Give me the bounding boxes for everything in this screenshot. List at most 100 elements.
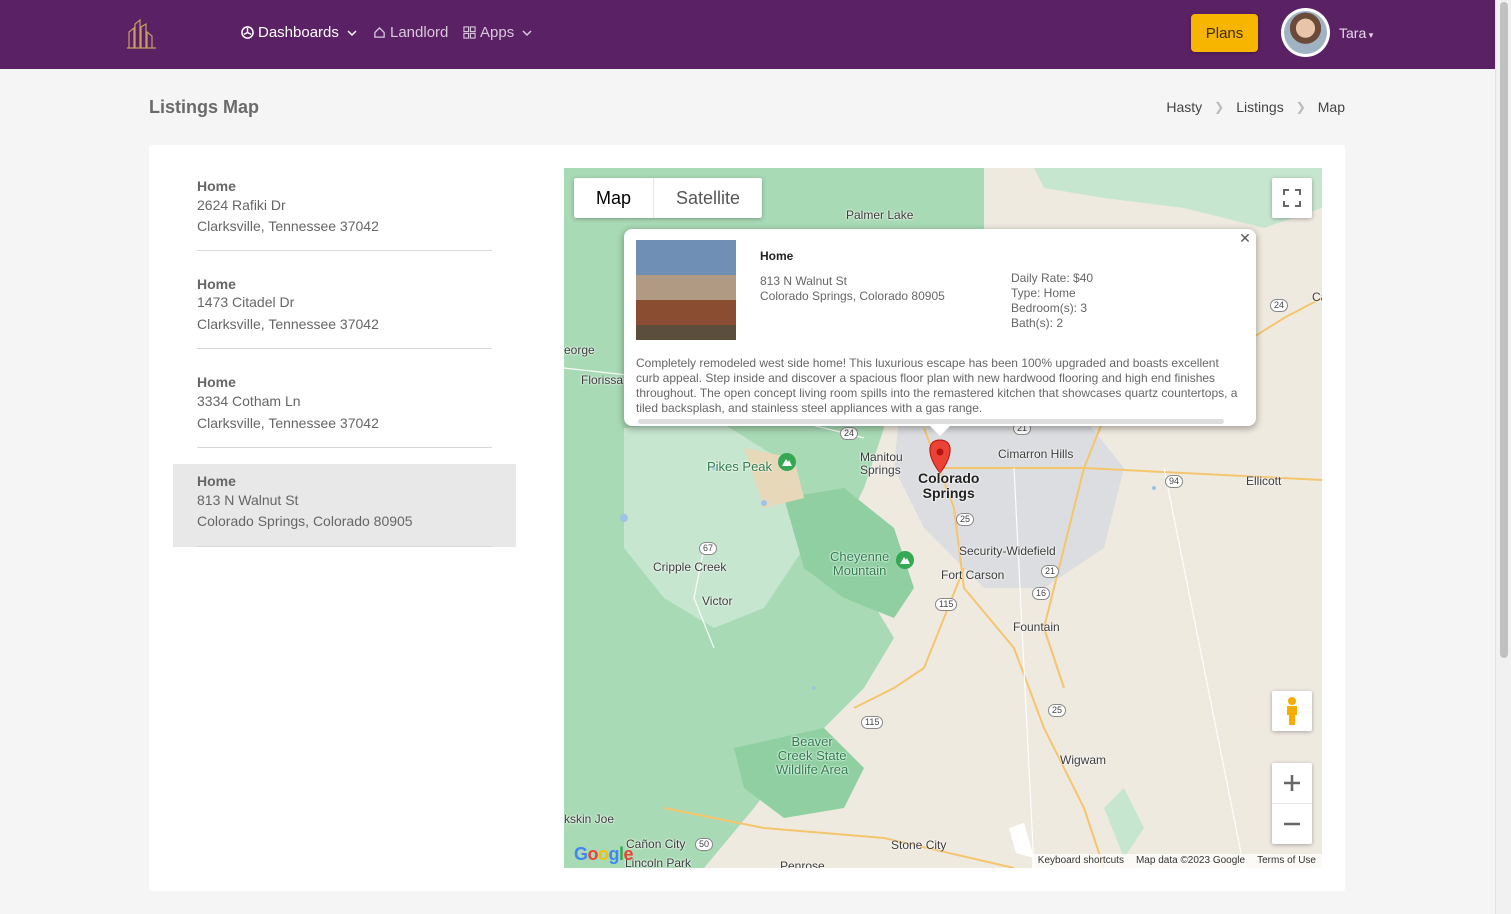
map-label: Penrose: [780, 859, 825, 868]
map-attribution: Keyboard shortcuts Map data ©2023 Google…: [1031, 854, 1322, 868]
minus-icon: [1284, 822, 1300, 825]
highway-shield: 94: [1165, 475, 1184, 488]
listing-title: Home: [197, 276, 236, 292]
divider: [197, 348, 492, 349]
map-data-text: Map data ©2023 Google: [1135, 855, 1246, 866]
highway-shield: 115: [861, 716, 884, 729]
listing-photo: [636, 240, 736, 340]
listing-street: 813 N Walnut St: [197, 492, 299, 508]
map-label: Ellicott: [1246, 474, 1282, 488]
map-type-map-button[interactable]: Map: [574, 178, 653, 218]
listing-street: 2624 Rafiki Dr: [197, 197, 286, 213]
map-label: Cripple Creek: [653, 560, 727, 574]
info-bedrooms: Bedroom(s): 3: [1011, 301, 1088, 315]
app-logo[interactable]: [126, 18, 158, 50]
divider: [197, 447, 492, 448]
info-title: Home: [760, 249, 794, 263]
keyboard-shortcuts-link[interactable]: Keyboard shortcuts: [1038, 855, 1124, 867]
info-scrollbar[interactable]: [638, 419, 1224, 424]
info-type: Type: Home: [1011, 286, 1076, 300]
map-canvas[interactable]: Palmer Lake eorge Florissa Pikes Peak Ma…: [564, 168, 1322, 868]
home-icon: [374, 26, 385, 38]
fullscreen-button[interactable]: [1272, 178, 1312, 218]
street-view-pegman[interactable]: [1272, 691, 1312, 731]
nav-dashboards[interactable]: Dashboards: [241, 24, 361, 41]
highway-shield: 21: [1041, 565, 1060, 578]
map-label: Beaver Creek State Wildlife Area: [776, 734, 849, 777]
highway-shield: 67: [699, 542, 718, 555]
listing-city: Clarksville, Tennessee 37042: [197, 316, 379, 332]
breadcrumb-map: Map: [1317, 99, 1345, 115]
page-scrollbar[interactable]: [1495, 0, 1511, 914]
map-label: Florissa: [581, 373, 624, 387]
map-label: Palmer Lake: [846, 208, 914, 222]
divider: [197, 250, 492, 251]
top-navbar: Dashboards Landlord Apps Plans Tara ▾: [0, 0, 1495, 69]
map-label: Pikes Peak: [707, 459, 773, 474]
highway-shield: 16: [1032, 587, 1051, 600]
map-label: Cimarron Hills: [998, 447, 1074, 461]
plus-icon: [1284, 775, 1300, 791]
fullscreen-icon: [1283, 189, 1301, 207]
zoom-in-button[interactable]: [1272, 764, 1312, 804]
dashboard-icon: [241, 26, 254, 39]
info-baths: Bath(s): 2: [1011, 316, 1064, 330]
info-address: 813 N Walnut St Colorado Springs, Colora…: [760, 274, 945, 304]
google-logo: Google: [574, 844, 634, 864]
map-label: Colorado Springs: [918, 470, 980, 501]
page-title: Listings Map: [149, 97, 260, 117]
breadcrumb-hasty[interactable]: Hasty: [1166, 99, 1202, 115]
listing-street: 3334 Cotham Ln: [197, 393, 301, 409]
highway-shield: 24: [840, 427, 859, 440]
map-label: Lincoln Park: [625, 856, 692, 868]
avatar[interactable]: [1281, 8, 1330, 57]
zoom-out-button[interactable]: [1272, 804, 1312, 844]
listing-title: Home: [197, 178, 236, 194]
info-window: Home 813 N Walnut St Colorado Springs, C…: [624, 229, 1256, 436]
map-label: Wigwam: [1060, 753, 1107, 767]
chevron-right-icon: ❯: [1214, 100, 1225, 114]
map-label: Cañon City: [626, 837, 686, 851]
listing-item[interactable]: Home 3334 Cotham Ln Clarksville, Tenness…: [173, 374, 516, 448]
listing-item[interactable]: Home 2624 Rafiki Dr Clarksville, Tenness…: [173, 177, 516, 251]
info-daily-rate: Daily Rate: $40: [1011, 271, 1094, 285]
plans-button[interactable]: Plans: [1191, 14, 1258, 52]
park-icon: [896, 551, 914, 569]
info-description: Completely remodeled west side home! Thi…: [636, 356, 1238, 415]
listing-city: Colorado Springs, Colorado 80905: [197, 513, 413, 529]
user-name: Tara: [1339, 25, 1367, 41]
nav-dashboards-label: Dashboards: [258, 24, 339, 41]
map-type-satellite-button[interactable]: Satellite: [653, 178, 762, 218]
highway-shield: 50: [695, 838, 714, 851]
map-label: Ca: [1312, 290, 1322, 304]
divider: [197, 546, 492, 547]
breadcrumb-listings[interactable]: Listings: [1236, 99, 1283, 115]
map-label: Manitou Springs: [860, 450, 903, 477]
nav-apps[interactable]: Apps: [463, 24, 536, 41]
info-city: Colorado Springs, Colorado 80905: [760, 289, 945, 303]
terms-link[interactable]: Terms of Use: [1257, 855, 1316, 867]
scrollbar-thumb[interactable]: [1500, 2, 1508, 658]
info-details: Daily Rate: $40 Type: Home Bedroom(s): 3…: [1011, 271, 1093, 331]
listing-title: Home: [197, 473, 236, 489]
listing-item-selected[interactable]: Home 813 N Walnut St Colorado Springs, C…: [173, 464, 516, 547]
close-icon[interactable]: ✕: [1238, 231, 1252, 245]
chevron-down-icon: [522, 29, 532, 36]
park-icon: [778, 453, 796, 471]
map-label: eorge: [564, 343, 595, 357]
map-label: Stone City: [891, 838, 947, 852]
grid-icon: [463, 26, 476, 39]
breadcrumb: Hasty ❯ Listings ❯ Map: [1166, 99, 1345, 115]
nav-landlord[interactable]: Landlord: [373, 24, 448, 41]
info-street: 813 N Walnut St: [760, 274, 847, 288]
chevron-right-icon: ❯: [1295, 100, 1306, 114]
user-menu[interactable]: Tara ▾: [1339, 25, 1373, 41]
listing-item[interactable]: Home 1473 Citadel Dr Clarksville, Tennes…: [173, 276, 516, 349]
map-label: Fort Carson: [941, 568, 1005, 582]
caret-down-icon: ▾: [1366, 30, 1374, 40]
highway-shield: 25: [956, 513, 975, 526]
map-label: Security-Widefield: [959, 544, 1056, 558]
chevron-down-icon: [347, 29, 357, 36]
map-label: Cheyenne Mountain: [830, 549, 890, 578]
listing-title: Home: [197, 374, 236, 390]
